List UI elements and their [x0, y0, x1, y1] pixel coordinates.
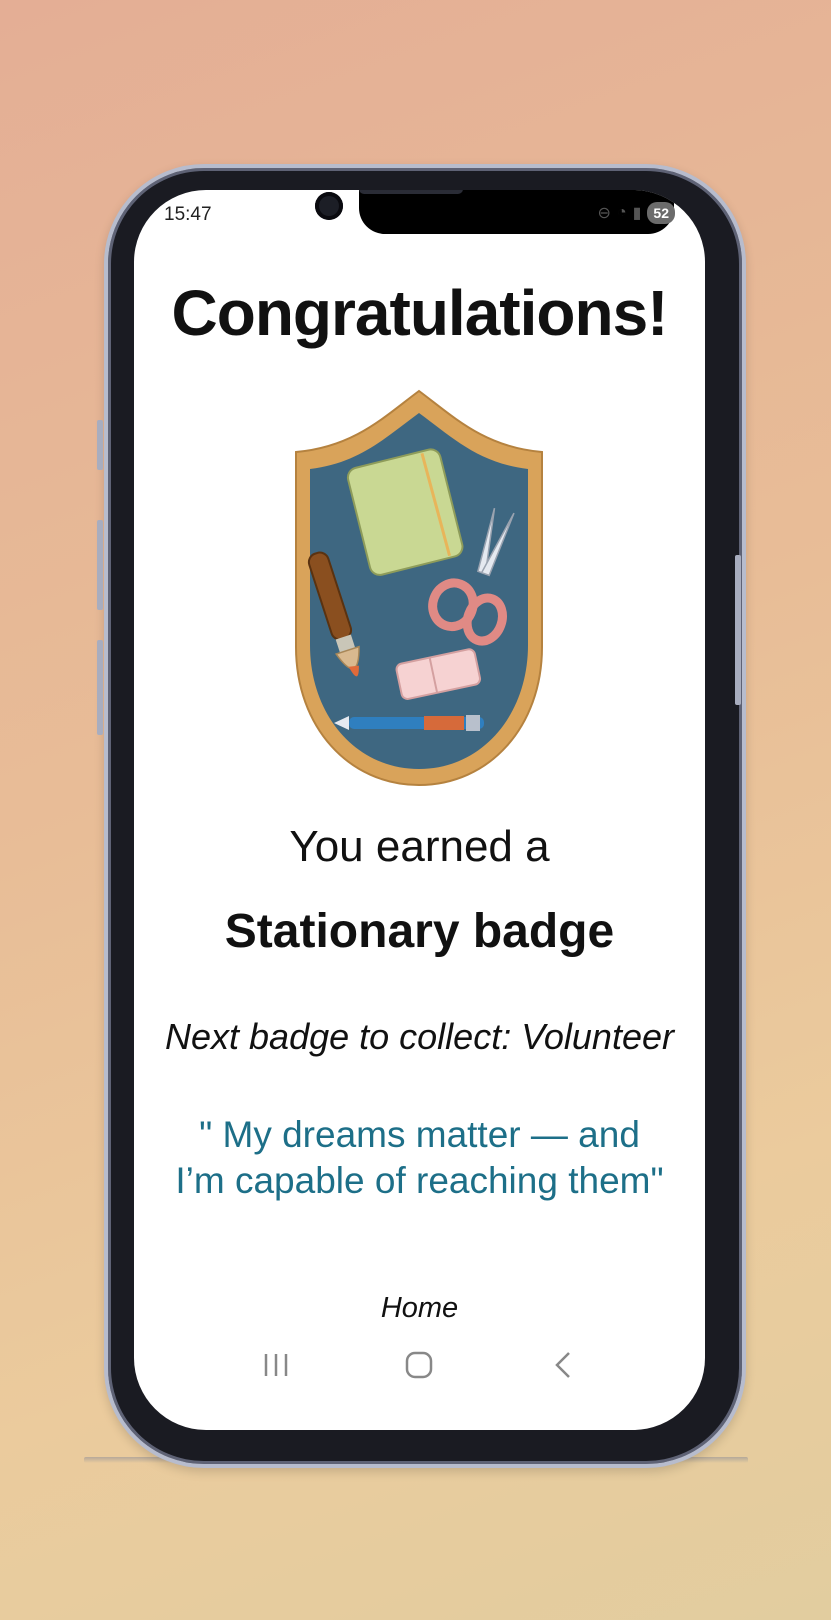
- page-title: Congratulations!: [171, 277, 669, 349]
- recent-apps-icon[interactable]: [246, 1345, 306, 1385]
- speaker-grille: [359, 190, 463, 194]
- power-button: [735, 555, 741, 705]
- back-icon[interactable]: [533, 1345, 593, 1385]
- wifi-icon: ◔: [616, 204, 627, 221]
- system-nav-bar: [134, 1330, 705, 1400]
- status-icons: ⊖ ◔ ▮ 52: [598, 202, 675, 224]
- stationery-badge-icon: [295, 389, 543, 787]
- signal-icon: ▮: [632, 205, 642, 222]
- motivational-quote: " My dreams matter — and I’m capable of …: [175, 1114, 664, 1201]
- home-link[interactable]: Home: [134, 1292, 705, 1325]
- phone-screen: 15:47 ⊖ ◔ ▮ 52 Congratulations! You earn…: [134, 190, 705, 1430]
- camera-icon: [315, 192, 343, 220]
- mute-switch: [97, 420, 103, 470]
- home-icon[interactable]: [389, 1345, 449, 1385]
- volume-down-button: [97, 640, 103, 735]
- earned-text: You earned a: [289, 822, 550, 871]
- volume-up-button: [97, 520, 103, 610]
- battery-icon: 52: [647, 202, 675, 224]
- badge-name: Stationary badge: [224, 905, 615, 958]
- dnd-icon: ⊖: [597, 205, 611, 222]
- next-badge-text: Next badge to collect: Volunteer: [165, 1016, 674, 1057]
- status-time: 15:47: [164, 204, 212, 225]
